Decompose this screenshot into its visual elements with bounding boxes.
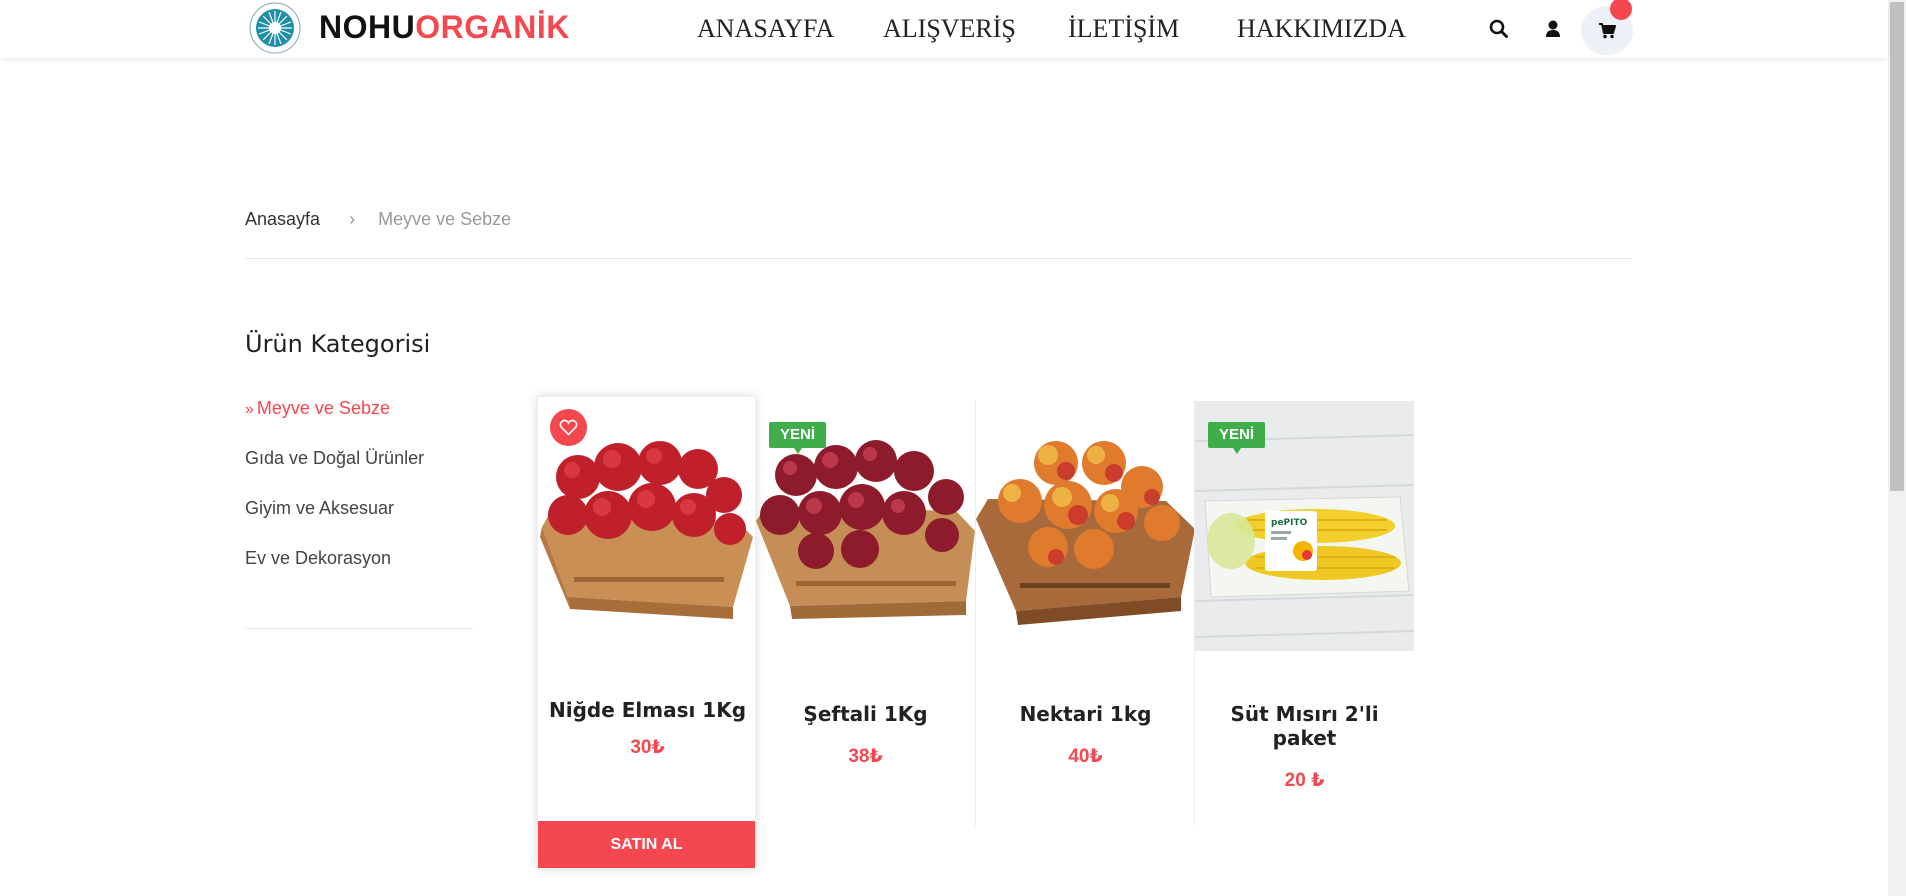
sidebar-item-meyve-ve-sebze[interactable]: » Meyve ve Sebze — [245, 398, 390, 419]
nav-home[interactable]: ANASAYFA — [697, 14, 834, 44]
product-image[interactable] — [538, 397, 757, 647]
sidebar-title: Ürün Kategorisi — [245, 330, 431, 358]
site-header: NOHUORGANİK ANASAYFA ALIŞVERİŞ İLETİŞİM … — [0, 0, 1888, 58]
buy-button[interactable]: SATIN AL — [538, 821, 755, 868]
heart-icon — [559, 419, 578, 436]
scrollbar-thumb[interactable] — [1890, 2, 1904, 491]
product-price: 38₺ — [848, 746, 883, 767]
product-card[interactable]: Nektari 1kg 40₺ — [975, 401, 1195, 826]
svg-text:pePITO: pePITO — [1271, 518, 1308, 528]
new-badge: YENİ — [1208, 422, 1266, 454]
cart-icon — [1599, 23, 1616, 39]
nav-contact[interactable]: İLETİŞİM — [1068, 14, 1179, 44]
breadcrumb-home-link[interactable]: Anasayfa — [245, 209, 320, 229]
logo-text-part2: ORGANİK — [415, 9, 570, 45]
user-icon[interactable] — [1542, 18, 1564, 40]
breadcrumb-current: Meyve ve Sebze — [378, 209, 512, 229]
breadcrumb-separator-icon: › — [349, 209, 356, 229]
sidebar-divider — [245, 628, 473, 629]
sidebar-item-giyim-ve-aksesuar[interactable]: Giyim ve Aksesuar — [245, 498, 394, 519]
product-name[interactable]: Süt Mısırı 2'li paket — [1195, 702, 1414, 750]
logo-text-part1: NOHU — [319, 9, 416, 45]
product-price: 30₺ — [630, 737, 665, 758]
site-logo-text[interactable]: NOHUORGANİK — [319, 9, 570, 46]
product-card[interactable]: Niğde Elması 1Kg 30₺ SATIN AL — [537, 396, 756, 869]
breadcrumb: Anasayfa › Meyve ve Sebze — [245, 209, 511, 230]
sidebar-item-label: Ev ve Dekorasyon — [245, 548, 392, 568]
new-badge: YENİ — [769, 422, 827, 454]
product-name[interactable]: Nektari 1kg — [976, 702, 1195, 726]
sidebar-item-label: Giyim ve Aksesuar — [245, 498, 395, 518]
sidebar-item-label: Gıda ve Doğal Ürünler — [245, 448, 425, 468]
page-scrollbar[interactable] — [1888, 0, 1906, 896]
wishlist-button[interactable] — [550, 409, 587, 446]
product-image[interactable]: YENİ — [756, 401, 975, 651]
sidebar-item-label: Meyve ve Sebze — [256, 398, 390, 418]
sidebar-item-ev-ve-dekorasyon[interactable]: Ev ve Dekorasyon — [245, 548, 391, 569]
search-icon[interactable] — [1488, 18, 1510, 40]
product-image[interactable] — [976, 401, 1195, 651]
breadcrumb-divider — [245, 258, 1631, 259]
product-price: 20 ₺ — [1284, 770, 1325, 791]
sidebar-item-gida-ve-dogal-urunler[interactable]: Gıda ve Doğal Ürünler — [245, 448, 424, 469]
logo-icon[interactable] — [249, 2, 301, 54]
nav-shop[interactable]: ALIŞVERİŞ — [883, 14, 1016, 44]
product-name[interactable]: Şeftali 1Kg — [756, 702, 975, 726]
product-name[interactable]: Niğde Elması 1Kg — [538, 698, 757, 722]
nav-about[interactable]: HAKKIMIZDA — [1237, 14, 1406, 44]
nectarines-in-crate-image — [976, 401, 1195, 651]
product-image[interactable]: pePITO YENİ — [1195, 401, 1414, 651]
product-card[interactable]: pePITO YENİ Süt Mısırı 2'li paket 20 ₺ — [1194, 401, 1414, 826]
product-card[interactable]: YENİ Şeftali 1Kg 38₺ — [756, 401, 975, 826]
product-price: 40₺ — [1068, 746, 1103, 767]
double-chevron-right-icon: » — [245, 401, 254, 418]
